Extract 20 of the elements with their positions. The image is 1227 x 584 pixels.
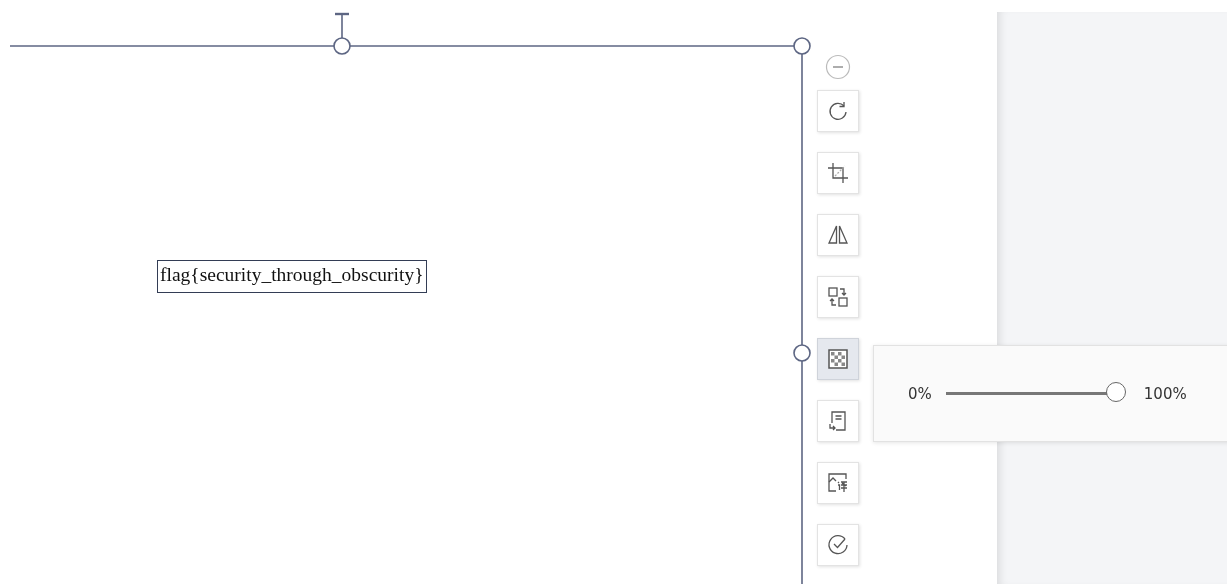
tool-button[interactable]	[817, 400, 859, 442]
tool-button[interactable]	[817, 214, 859, 256]
crop-icon	[826, 161, 850, 185]
collapse-icon[interactable]	[825, 54, 851, 80]
tool-button[interactable]	[817, 276, 859, 318]
swap-icon	[826, 285, 850, 309]
slider-thumb[interactable]	[1105, 382, 1126, 402]
tool-button[interactable]	[817, 338, 859, 380]
check-circle-icon	[826, 533, 850, 557]
max-label: 100%	[1143, 384, 1187, 403]
checkerboard-icon	[826, 347, 850, 371]
tool-button[interactable]	[817, 90, 859, 132]
tool-button[interactable]	[817, 524, 859, 566]
tool-button[interactable]	[817, 152, 859, 194]
tool-button[interactable]	[817, 462, 859, 504]
image-translate-icon	[826, 471, 850, 495]
min-label: 0%	[908, 384, 932, 403]
rotate-icon	[826, 99, 850, 123]
text-box: flag{security_through_obscurity}	[157, 260, 427, 293]
flip-icon	[826, 223, 850, 247]
